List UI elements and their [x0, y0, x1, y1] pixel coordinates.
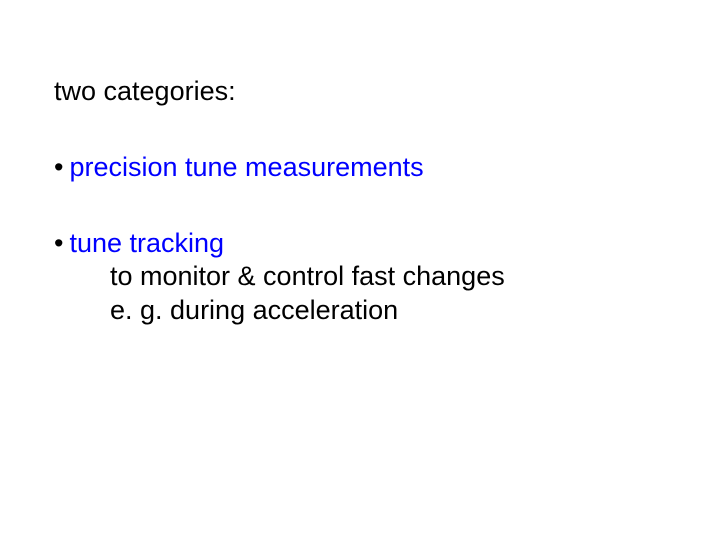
- bullet-subtext: e. g. during acceleration: [110, 294, 666, 328]
- heading: two categories:: [54, 75, 666, 109]
- bullet-highlight: precision tune measurements: [69, 152, 423, 182]
- bullet-text: precision tune measurements: [69, 151, 666, 185]
- bullet-highlight: tune tracking: [69, 228, 224, 258]
- bullet-mark-icon: •: [54, 227, 69, 261]
- bullet-subtext: to monitor & control fast changes: [110, 260, 666, 294]
- bullet-item: • tune tracking to monitor & control fas…: [54, 227, 666, 328]
- bullet-text: tune tracking: [69, 227, 666, 261]
- bullet-item: • precision tune measurements: [54, 151, 666, 185]
- bullet-mark-icon: •: [54, 151, 69, 185]
